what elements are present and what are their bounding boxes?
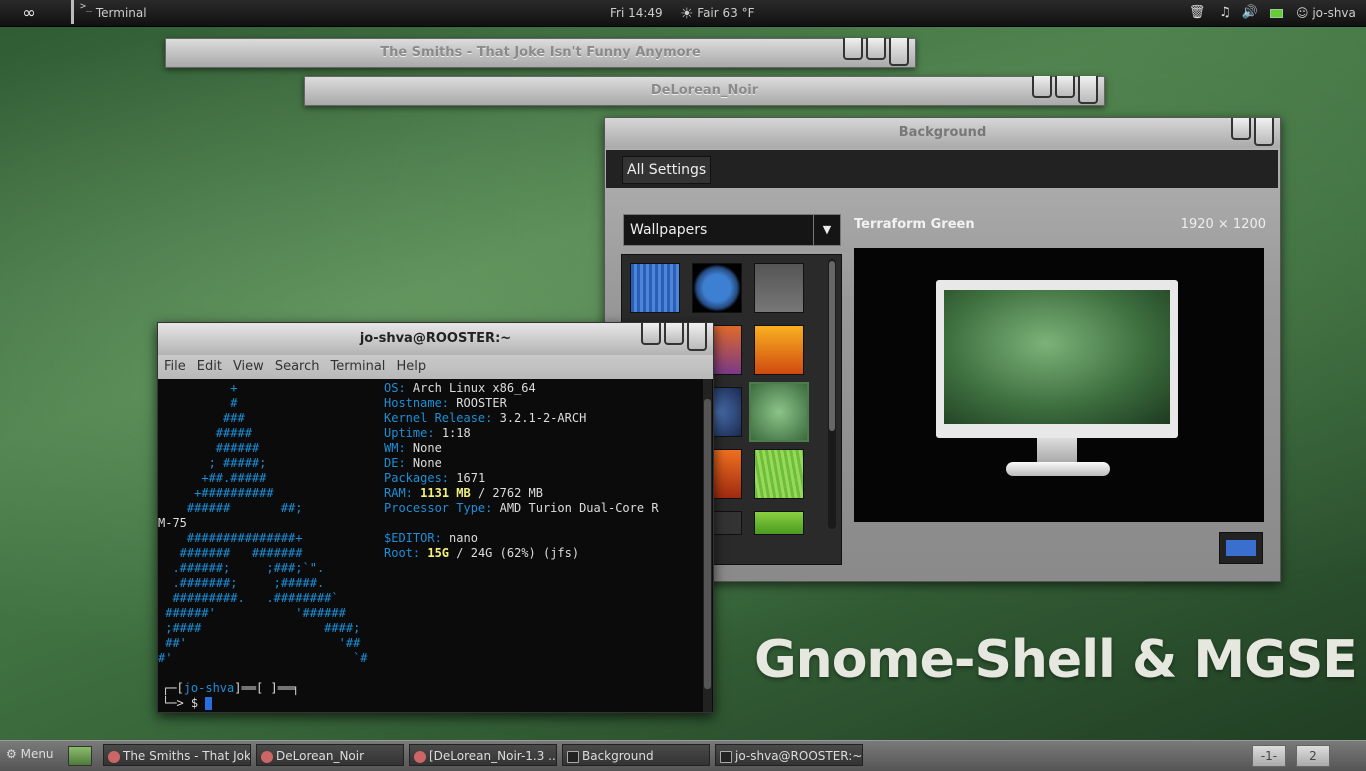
terminal-scrollbar[interactable] bbox=[703, 379, 712, 712]
scrollbar-thumb[interactable] bbox=[829, 261, 835, 431]
sun-icon: ☀ bbox=[680, 4, 694, 23]
gear-icon: ⚙ bbox=[6, 747, 17, 761]
minimize-button[interactable] bbox=[843, 38, 863, 60]
terminal-icon: >_ bbox=[80, 1, 93, 12]
smiths-window[interactable]: The Smiths - That Joke Isn't Funny Anymo… bbox=[165, 38, 916, 68]
wallpaper-source-dropdown[interactable]: Wallpapers ▼ bbox=[623, 214, 841, 246]
delorean-window[interactable]: DeLorean_Noir bbox=[304, 76, 1105, 106]
menu-edit[interactable]: Edit bbox=[197, 359, 222, 374]
text-cursor bbox=[205, 697, 213, 710]
taskbar-item-smiths[interactable]: The Smiths - That Jok... bbox=[103, 744, 251, 766]
activities-button[interactable]: ∞ bbox=[0, 0, 58, 26]
taskbar-item-delorean[interactable]: DeLorean_Noir bbox=[256, 744, 404, 766]
watermark-text: Gnome-Shell & MGSE bbox=[754, 630, 1358, 690]
workspace-2[interactable]: 2 bbox=[1296, 745, 1330, 767]
app-menu-label: Terminal bbox=[95, 6, 147, 20]
thumbnail-scrollbar[interactable] bbox=[828, 259, 836, 529]
music-icon[interactable]: ♫ bbox=[1216, 4, 1234, 22]
arch-logo: + # ### ##### ###### ; #####; +##.##### … bbox=[158, 381, 368, 665]
maximize-button[interactable] bbox=[1231, 118, 1251, 140]
monitor-icon bbox=[936, 280, 1178, 438]
window-title: The Smiths - That Joke Isn't Funny Anymo… bbox=[380, 45, 701, 60]
terminal-output[interactable]: + # ### ##### ###### ; #####; +##.##### … bbox=[158, 379, 703, 712]
battery-icon[interactable] bbox=[1270, 9, 1283, 18]
wallpaper-thumb[interactable] bbox=[754, 325, 804, 375]
menu-file[interactable]: File bbox=[164, 359, 186, 374]
maximize-button[interactable] bbox=[866, 38, 886, 60]
menu-help[interactable]: Help bbox=[396, 359, 426, 374]
weather-indicator[interactable]: ☀ Fair 63 °F bbox=[680, 0, 755, 26]
bottom-panel: ⚙ Menu The Smiths - That Jok... DeLorean… bbox=[0, 740, 1366, 771]
wallpaper-preview bbox=[854, 248, 1264, 522]
chevron-down-icon: ▼ bbox=[813, 215, 840, 245]
maximize-button[interactable] bbox=[664, 323, 684, 345]
menu-view[interactable]: View bbox=[233, 359, 264, 374]
all-settings-button[interactable]: All Settings bbox=[622, 156, 712, 184]
shell-prompt: ┌─[jo-shva]══[ ]══╕ └─> $ bbox=[162, 681, 300, 710]
scrollbar-thumb[interactable] bbox=[704, 399, 711, 689]
top-panel: ∞ >_ Terminal Fri 14:49 ☀ Fair 63 °F 🗑 ♫… bbox=[0, 0, 1366, 27]
taskbar-item-delorean-13[interactable]: [DeLorean_Noir-1.3 ... bbox=[409, 744, 557, 766]
volume-icon[interactable]: 🔊 bbox=[1241, 4, 1259, 22]
user-name: jo-shva bbox=[1312, 6, 1356, 20]
image-viewer-icon bbox=[261, 750, 273, 763]
music-player-icon bbox=[108, 750, 120, 763]
close-button[interactable] bbox=[1078, 76, 1098, 104]
terminal-menubar: File Edit View Search Terminal Help bbox=[158, 355, 713, 379]
panel-separator bbox=[71, 0, 74, 24]
wallpaper-thumb[interactable] bbox=[754, 449, 804, 499]
menu-button[interactable]: ⚙ Menu bbox=[6, 747, 54, 761]
minimize-button[interactable] bbox=[641, 323, 661, 345]
window-title[interactable]: jo-shva@ROOSTER:~ bbox=[158, 323, 713, 355]
menu-search[interactable]: Search bbox=[275, 359, 320, 374]
clock[interactable]: Fri 14:49 bbox=[610, 0, 663, 26]
wallpaper-thumb[interactable] bbox=[630, 263, 680, 313]
window-title: DeLorean_Noir bbox=[650, 83, 759, 98]
weather-label: Fair 63 °F bbox=[697, 6, 755, 20]
wallpaper-thumb[interactable] bbox=[692, 263, 742, 313]
user-icon: ☺ bbox=[1296, 6, 1309, 20]
show-desktop-button[interactable] bbox=[68, 746, 92, 766]
taskbar-item-terminal[interactable]: jo-shva@ROOSTER:~ bbox=[715, 744, 863, 766]
wallpaper-resolution: 1920 × 1200 bbox=[1180, 217, 1266, 232]
wallpaper-name: Terraform Green bbox=[854, 217, 975, 232]
wallpaper-thumb[interactable] bbox=[754, 263, 804, 313]
close-button[interactable] bbox=[889, 38, 909, 66]
window-title[interactable]: Background bbox=[605, 118, 1280, 148]
wallpaper-thumb-selected[interactable] bbox=[749, 382, 809, 442]
menu-label: Menu bbox=[20, 747, 54, 761]
terminal-icon bbox=[720, 750, 732, 763]
user-menu[interactable]: ☺ jo-shva bbox=[1296, 0, 1356, 26]
trash-icon[interactable]: 🗑 bbox=[1188, 4, 1206, 22]
system-info: OS: Arch Linux x86_64 Hostname: ROOSTER … bbox=[384, 381, 659, 560]
app-menu[interactable]: >_ Terminal bbox=[80, 0, 147, 26]
settings-toolbar: All Settings bbox=[606, 150, 1278, 188]
close-button[interactable] bbox=[687, 323, 707, 351]
color-picker-button[interactable] bbox=[1219, 532, 1263, 564]
menu-terminal[interactable]: Terminal bbox=[330, 359, 385, 374]
close-button[interactable] bbox=[1254, 118, 1274, 146]
workspace-1[interactable]: -1- bbox=[1252, 745, 1286, 767]
dropdown-value: Wallpapers bbox=[630, 222, 708, 238]
wallpaper-thumb[interactable] bbox=[754, 511, 804, 535]
browser-icon bbox=[414, 750, 426, 763]
settings-icon bbox=[567, 750, 579, 763]
terminal-window: jo-shva@ROOSTER:~ File Edit View Search Term… bbox=[157, 322, 714, 713]
taskbar-item-background[interactable]: Background bbox=[562, 744, 710, 766]
minimize-button[interactable] bbox=[1032, 76, 1052, 98]
activities-icon: ∞ bbox=[22, 3, 36, 22]
maximize-button[interactable] bbox=[1055, 76, 1075, 98]
